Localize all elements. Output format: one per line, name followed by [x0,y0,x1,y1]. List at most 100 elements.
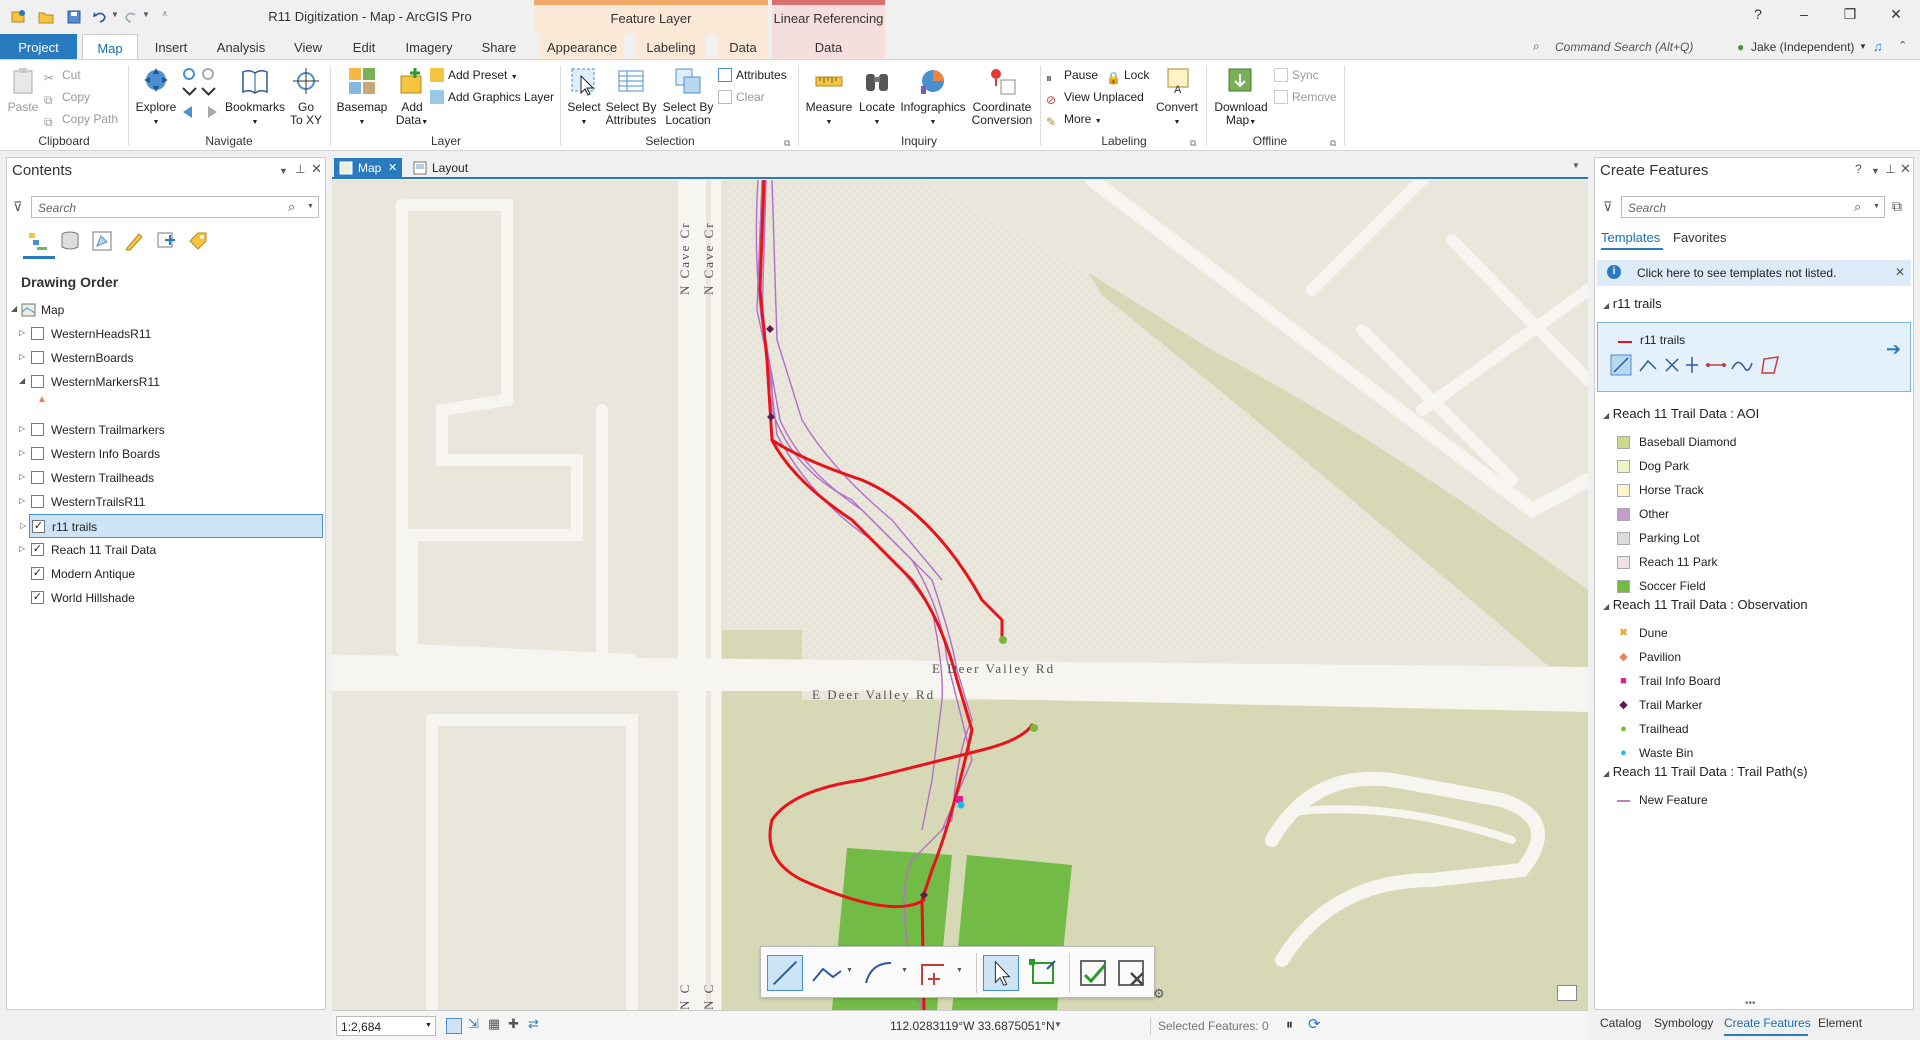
template-item[interactable]: ● Waste Bin [1603,741,1913,765]
copy-path-button[interactable]: ⧉ Copy Path [44,110,118,129]
layer-visibility-checkbox[interactable]: ✓ [31,567,44,580]
template-item[interactable]: ✖ Dune [1603,621,1913,645]
list-by-labeling-icon[interactable] [187,230,209,252]
restore-button[interactable]: ❐ [1827,6,1873,28]
add-graphics-layer-button[interactable]: Add Graphics Layer [430,88,554,106]
selection-options-icon[interactable]: ⧉ [784,138,790,149]
close-pane-icon[interactable]: ✕ [1900,161,1911,177]
scale-lock-icon[interactable]: ⇲ [468,1016,479,1032]
trailhead-point[interactable] [1030,724,1038,732]
create-features-search-input[interactable]: Search ⌕ ▼ [1621,196,1885,218]
save-icon[interactable] [66,9,82,25]
minimize-button[interactable]: – [1781,6,1827,28]
close-info-icon[interactable]: ✕ [1895,265,1905,279]
map-overview-icon[interactable] [1557,985,1577,1001]
contents-search-input[interactable]: Search ⌕ ▼ [31,196,319,218]
resize-grip-icon[interactable]: ••• [1745,998,1756,1009]
finish-sketch-icon[interactable] [1075,955,1111,991]
pin-icon[interactable]: ⊥ [295,162,305,176]
expand-icon[interactable]: ▷ [19,424,25,433]
tab-catalog[interactable]: Catalog [1600,1016,1641,1030]
coordinate-conversion-button[interactable]: Coordinate Conversion [968,66,1036,127]
tab-data[interactable]: Data [718,34,768,60]
tab-appearance[interactable]: Appearance [540,34,624,60]
chevron-down-icon[interactable]: ▼ [956,967,963,974]
explore-button[interactable]: Explore ▼ [134,66,178,129]
templates-info-bar[interactable]: i Click here to see templates not listed… [1597,260,1911,286]
template-item[interactable]: ◆ Pavilion [1603,645,1913,669]
list-by-source-icon[interactable] [59,230,81,252]
list-by-drawing-order-icon[interactable] [27,230,49,252]
undo-dropdown-icon[interactable]: ▼ [111,10,119,19]
expand-icon[interactable]: ▷ [19,472,25,481]
open-icon[interactable] [38,9,54,25]
template-item[interactable]: Soccer Field [1603,574,1913,598]
redo-icon[interactable] [123,9,139,25]
layer-visibility-checkbox[interactable] [31,471,44,484]
edit-select-icon[interactable] [983,955,1019,991]
close-tab-icon[interactable]: ✕ [388,158,397,178]
tab-view[interactable]: View [286,34,330,60]
polyline-tool-icon[interactable] [809,955,845,991]
close-pane-icon[interactable]: ✕ [311,161,322,177]
template-group-trail-paths[interactable]: ◢ Reach 11 Trail Data : Trail Path(s) [1603,764,1808,779]
layer-visibility-checkbox[interactable] [31,375,44,388]
collapse-icon[interactable]: ◢ [11,304,17,313]
tab-lr-data[interactable]: Data [772,34,885,60]
layer-row[interactable]: ▷ ✓ Reach 11 Trail Data [7,538,327,562]
new-project-icon[interactable] [10,9,26,25]
layer-visibility-checkbox[interactable] [31,351,44,364]
undo-icon[interactable] [92,9,108,25]
help-button[interactable]: ? [1735,6,1781,28]
tab-project[interactable]: Project [0,34,77,60]
map-view[interactable]: E Deer Valley Rd E Deer Valley Rd N Cave… [332,180,1588,1010]
template-item[interactable]: Other [1603,502,1913,526]
filter-icon[interactable]: ⊽ [1603,199,1613,215]
tab-edit[interactable]: Edit [344,34,384,60]
view-unplaced-button[interactable]: ⊘ View Unplaced [1046,88,1144,107]
arrow-right-icon[interactable]: ➔ [1886,339,1901,360]
table-grid-icon[interactable]: ▦ [488,1016,500,1032]
more-labeling-button[interactable]: ✎ More ▼ [1046,110,1102,129]
arc-tool-icon[interactable] [861,955,897,991]
chevron-down-icon[interactable]: ▼ [846,967,853,974]
construction-tools-icon[interactable] [1610,353,1800,377]
grid-icon[interactable] [446,1018,462,1034]
layer-row[interactable]: ▷ ✓ r11 trails [20,514,323,538]
lock-labels-button[interactable]: 🔒 Lock [1106,66,1149,85]
pin-icon[interactable]: ⊥ [1885,162,1895,176]
select-button[interactable]: Select ▼ [564,66,604,129]
locate-button[interactable]: Locate ▼ [856,66,898,129]
layer-visibility-checkbox[interactable] [31,327,44,340]
goto-xy-button[interactable]: Go To XY [288,66,324,127]
filter-icon[interactable]: ⊽ [13,199,23,215]
expand-icon[interactable]: ▷ [19,352,25,361]
expand-icon[interactable]: ▷ [19,496,25,505]
add-preset-button[interactable]: Add Preset ▼ [430,66,518,84]
layer-visibility-checkbox[interactable] [31,447,44,460]
selected-template-r11-trails[interactable]: r11 trails ➔ [1597,322,1911,392]
tab-templates[interactable]: Templates [1601,230,1660,245]
layer-visibility-checkbox[interactable]: ✓ [32,520,45,533]
download-map-button[interactable]: Download Map▼ [1210,66,1272,129]
tab-insert[interactable]: Insert [146,34,196,60]
close-button[interactable]: ✕ [1873,6,1919,28]
tab-create-features[interactable]: Create Features [1724,1016,1811,1030]
template-item[interactable]: Parking Lot [1603,526,1913,550]
tab-imagery[interactable]: Imagery [398,34,460,60]
map-node[interactable]: ◢ Map [7,298,325,322]
select-by-attributes-button[interactable]: Select By Attributes [602,66,660,127]
snapping-icon[interactable]: ⇄ [528,1016,539,1032]
basemap-button[interactable]: Basemap ▼ [334,66,390,129]
list-by-selection-icon[interactable] [91,230,113,252]
list-by-editing-icon[interactable] [123,230,145,252]
sync-button[interactable]: Sync [1274,66,1319,84]
convert-button[interactable]: A Convert ▼ [1152,66,1202,129]
layer-row[interactable]: ◢ WesternMarkersR11 [7,370,327,394]
template-item[interactable]: ■ Trail Info Board [1603,669,1913,693]
layer-visibility-checkbox[interactable]: ✓ [31,543,44,556]
manage-templates-icon[interactable]: ⧉ [1892,198,1902,215]
paste-button[interactable]: Paste [6,66,40,114]
tab-share[interactable]: Share [474,34,524,60]
pane-menu-icon[interactable]: ▼ [1871,166,1880,176]
